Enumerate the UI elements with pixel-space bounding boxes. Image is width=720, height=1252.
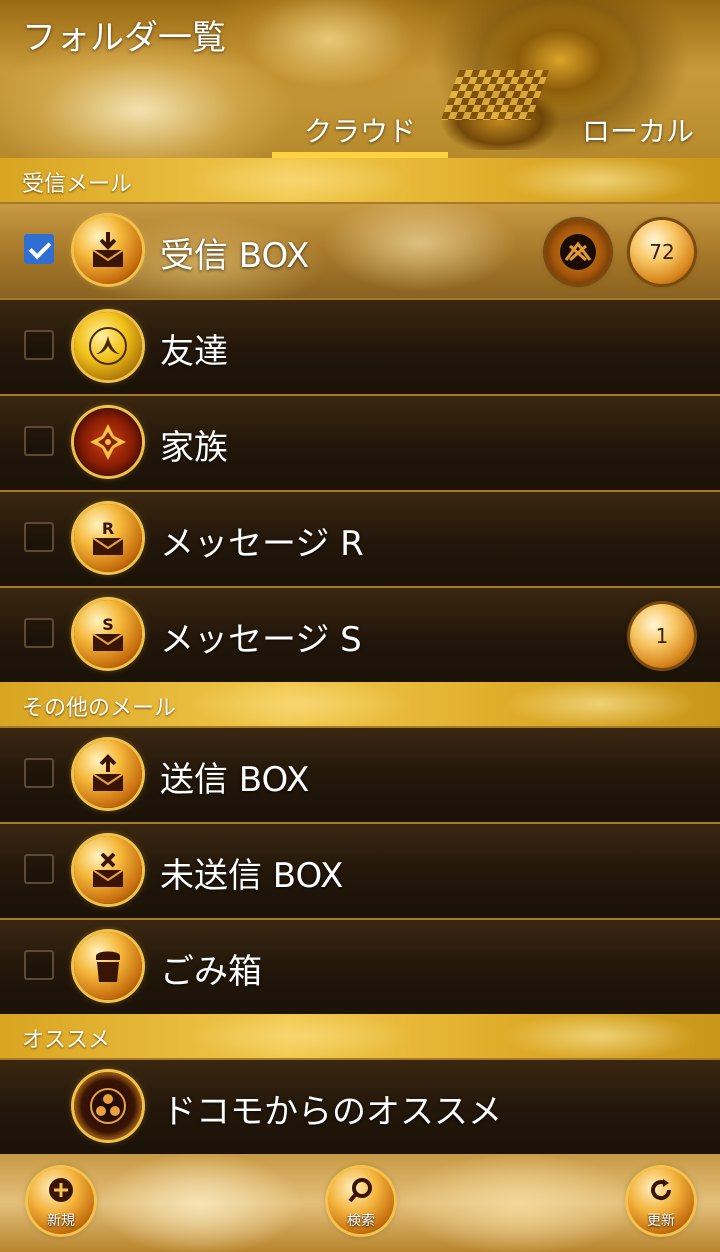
folder-label: 友達 [160,332,228,372]
new-button-label: 新規 [47,1213,75,1229]
mail-s-icon: S [74,600,142,668]
folder-row-docomo-recommend[interactable]: ドコモからのオススメ [0,1058,720,1154]
diamond-crest-icon [74,408,142,476]
section-title: その他のメール [22,696,177,721]
section-title: オススメ [22,1028,111,1053]
search-icon [348,1178,372,1203]
folder-label: ドコモからのオススメ [162,1092,502,1132]
folder-checkbox[interactable] [24,854,54,884]
tab-local[interactable]: ローカル [582,110,694,150]
section-header-other: その他のメール [0,682,720,726]
unread-count-badge: 1 [630,604,694,668]
folder-checkbox[interactable] [24,522,54,552]
section-header-recommend: オススメ [0,1014,720,1058]
unread-count-badge: 72 [630,220,694,284]
section-title: 受信メール [22,172,133,197]
svg-text:S: S [102,615,114,634]
svg-text:R: R [102,519,114,538]
search-button-label: 検索 [347,1213,375,1229]
folder-row-message-s[interactable]: S メッセージ S 1 [0,586,720,682]
folder-checkbox[interactable] [24,618,54,648]
mail-unsent-icon [74,836,142,904]
folder-row-inbox[interactable]: 受信 BOX 72 [0,202,720,298]
outbox-upload-icon [74,740,142,808]
trash-icon [74,932,142,1000]
folder-row-family[interactable]: 家族 [0,394,720,490]
page-title: フォルダ一覧 [22,18,226,58]
folder-label: メッセージ R [160,524,364,564]
folder-checkbox[interactable] [24,426,54,456]
tomoe-crest-icon [74,1072,142,1140]
folder-label: 家族 [160,428,228,468]
folder-label: ごみ箱 [160,952,262,992]
inbox-download-icon [74,216,142,284]
footer-toolbar: 新規 検索 更新 [0,1154,720,1252]
folder-row-outbox[interactable]: 送信 BOX [0,726,720,822]
folder-row-friends[interactable]: 友達 [0,298,720,394]
checker-pattern [440,70,550,120]
tab-cloud[interactable]: クラウド [304,110,416,150]
folder-label: 送信 BOX [160,760,310,800]
new-button[interactable]: 新規 [28,1168,94,1234]
refresh-button[interactable]: 更新 [628,1168,694,1234]
folder-row-message-r[interactable]: R メッセージ R [0,490,720,586]
folder-checkbox[interactable] [24,234,54,264]
refresh-button-label: 更新 [647,1213,675,1229]
folder-label: 受信 BOX [160,236,310,276]
folder-checkbox[interactable] [24,330,54,360]
folder-checkbox[interactable] [24,950,54,980]
folder-label: メッセージ S [160,620,362,660]
refresh-icon [651,1179,672,1200]
mark-badge [546,220,610,284]
folder-checkbox[interactable] [24,758,54,788]
header: フォルダ一覧 クラウド ローカル [0,0,720,158]
section-header-received: 受信メール [0,158,720,202]
phoenix-crest-icon [74,312,142,380]
folder-row-trash[interactable]: ごみ箱 [0,918,720,1014]
folder-label: 未送信 BOX [160,856,344,896]
search-button[interactable]: 検索 [328,1168,394,1234]
mail-r-icon: R [74,504,142,572]
plus-icon [49,1178,73,1202]
folder-row-unsent[interactable]: 未送信 BOX [0,822,720,918]
